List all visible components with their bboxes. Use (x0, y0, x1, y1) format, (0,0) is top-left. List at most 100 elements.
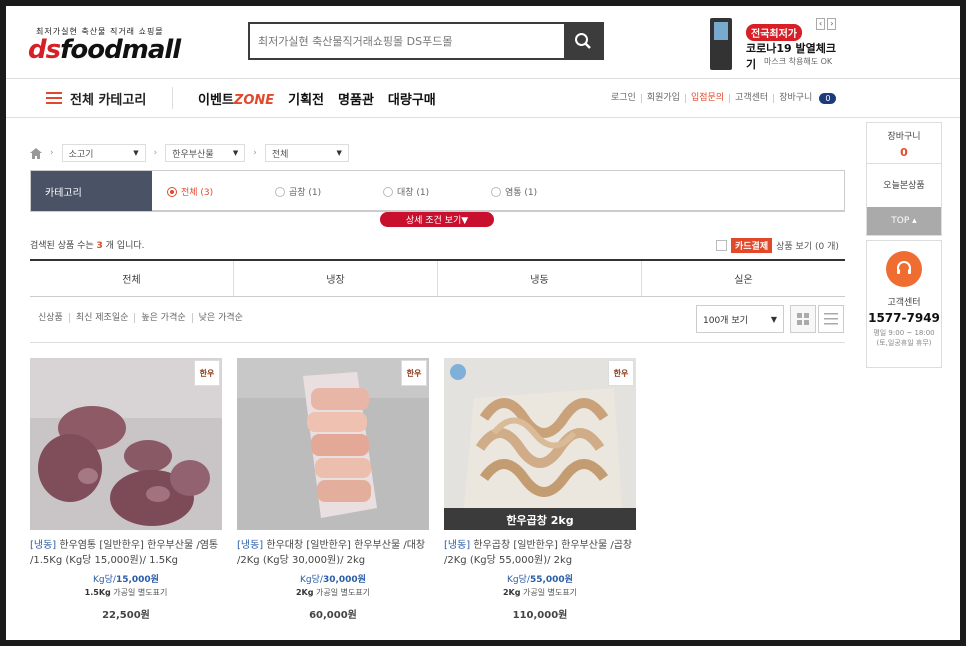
breadcrumb: › 소고기 ▼ › 한우부산물 ▼ › 전체 ▼ (30, 144, 349, 162)
logo-wordmark: dsfoodmall (28, 35, 181, 65)
banner-next-button[interactable]: › (827, 18, 837, 30)
tab-room-temp[interactable]: 실온 (641, 261, 845, 296)
radio-checked-icon (167, 186, 177, 197)
product-kg-price: Kg당/15,000원 (93, 575, 159, 585)
sort-manufacture-date[interactable]: 최신 제조일순 (68, 313, 135, 323)
main-nav: 전체 카테고리 이벤트ZONE 기획전 명품관 대량구매 로그인 회원가입 입점… (6, 78, 960, 118)
all-category-button[interactable]: 전체 카테고리 (46, 79, 146, 117)
breadcrumb-select-subcategory[interactable]: 한우부산물 ▼ (165, 144, 246, 162)
seller-inquiry-link[interactable]: 입점문의 (684, 93, 729, 103)
cart-count-badge: 0 (819, 92, 837, 104)
tab-all[interactable]: 전체 (30, 261, 233, 296)
customer-center-link[interactable]: 고객센터 (729, 93, 773, 103)
grid-view-button[interactable] (790, 305, 816, 333)
banner-prev-button[interactable]: ‹ (816, 18, 826, 30)
sidebar-cart[interactable]: 장바구니 0 (867, 123, 941, 163)
sidebar-recently-viewed[interactable]: 오늘본상품 (867, 163, 941, 207)
search-input[interactable] (250, 24, 564, 58)
radio-icon (491, 186, 501, 197)
grid-icon (797, 313, 809, 325)
tab-refrigerated[interactable]: 냉장 (233, 261, 437, 296)
category-option-daechang[interactable]: 대창 (1) (383, 185, 429, 198)
brand-badge: 한우 (194, 360, 220, 386)
product-card[interactable]: 한우 [냉동] 한우염통 [일반한우] 한우부산물 /염통 /1.5Kg (Kg… (30, 358, 222, 621)
product-name[interactable]: [냉동] 한우염통 [일반한우] 한우부산물 /염통 /1.5Kg (Kg당 1… (30, 538, 222, 568)
divider (172, 87, 173, 109)
sidebar-customer-center[interactable]: 고객센터 1577-7949 평일 9:00 ~ 18:00 (토,일공휴일 휴무… (866, 240, 942, 368)
card-payment-tag: 카드결제 (731, 238, 773, 253)
sort-options: 신상품 최신 제조일순 높은 가격순 낮은 가격순 (38, 313, 249, 323)
sort-price-high[interactable]: 높은 가격순 (134, 313, 191, 323)
quick-sidebar: 장바구니 0 오늘본상품 TOP ▴ 고객센터 1577-7949 평일 9:0… (866, 122, 942, 368)
menu-premium[interactable]: 명품관 (338, 89, 374, 108)
product-card[interactable]: 한우 한우곱창 2kg [냉동] 한우곱창 [일반한우] 한우부산물 /곱창 /… (444, 358, 636, 621)
utility-links: 로그인 회원가입 입점문의 고객센터 장바구니 0 (606, 79, 837, 117)
radio-icon (275, 186, 285, 197)
sort-price-low[interactable]: 낮은 가격순 (191, 313, 249, 323)
hamburger-icon (46, 92, 62, 104)
breadcrumb-select-item[interactable]: 전체 ▼ (264, 144, 349, 162)
list-icon (824, 313, 838, 325)
scroll-top-button[interactable]: TOP ▴ (867, 207, 941, 235)
breadcrumb-separator-icon: › (50, 148, 54, 158)
tab-frozen[interactable]: 냉동 (437, 261, 641, 296)
banner-subtitle: 마스크 착용해도 OK (764, 57, 833, 66)
product-image[interactable]: 한우 한우곱창 2kg (444, 358, 636, 530)
dropdown-arrow-icon: ▼ (336, 149, 342, 157)
signup-link[interactable]: 회원가입 (640, 93, 685, 103)
product-meta: 2Kg 가공일 별도표기 (295, 588, 371, 597)
per-page-select[interactable]: 100개 보기 ▼ (696, 305, 784, 333)
product-card[interactable]: 한우 [냉동] 한우대창 [일반한우] 한우부산물 /대창 /2Kg (Kg당 … (237, 358, 429, 621)
product-kg-price: Kg당/55,000원 (507, 575, 573, 585)
card-payment-filter[interactable]: 카드결제 상품 보기 (0 개) (716, 238, 839, 253)
customer-center-phone: 1577-7949 (868, 311, 940, 325)
search-button[interactable] (564, 24, 602, 58)
product-image[interactable]: 한우 (237, 358, 429, 530)
sidebar-cart-count: 0 (900, 146, 908, 159)
menu-event-zone[interactable]: 이벤트ZONE (198, 89, 274, 108)
product-kg-price: Kg당/30,000원 (300, 575, 366, 585)
sidebar-panel: 장바구니 0 오늘본상품 TOP ▴ (866, 122, 942, 236)
category-option-gopchang[interactable]: 곱창 (1) (275, 185, 321, 198)
product-image-caption: 한우곱창 2kg (506, 514, 574, 527)
customer-center-hours: 평일 9:00 ~ 18:00 (토,일공휴일 휴무) (873, 329, 935, 347)
product-meta: 1.5Kg 가공일 별도표기 (84, 588, 168, 597)
product-name[interactable]: [냉동] 한우대창 [일반한우] 한우부산물 /대창 /2Kg (Kg당 30,… (237, 538, 429, 568)
sort-newest[interactable]: 신상품 (38, 313, 69, 323)
all-category-label: 전체 카테고리 (70, 92, 147, 108)
dropdown-arrow-icon: ▼ (133, 149, 139, 157)
category-filter-label: 카테고리 (31, 171, 152, 211)
storage-tabs: 전체 냉장 냉동 실온 (30, 259, 845, 297)
breadcrumb-select-category[interactable]: 소고기 ▼ (61, 144, 146, 162)
promo-banner[interactable]: 전국최저가 코로나19 발열체크기 마스크 착용해도 OK ‹ › (706, 14, 846, 72)
banner-badge: 전국최저가 (746, 24, 802, 41)
thermometer-kiosk-image (710, 18, 732, 70)
result-count: 검색된 상품 수는 3 개 입니다. (30, 241, 145, 251)
sidebar-cart-label: 장바구니 (887, 132, 921, 142)
dropdown-arrow-icon: ▼ (232, 149, 239, 157)
login-link[interactable]: 로그인 (606, 93, 641, 103)
product-name[interactable]: [냉동] 한우곱창 [일반한우] 한우부산물 /곱창 /2Kg (Kg당 55,… (444, 538, 636, 568)
list-view-button[interactable] (818, 305, 844, 333)
radio-icon (383, 186, 393, 197)
dropdown-arrow-icon: ▼ (770, 314, 777, 324)
breadcrumb-separator-icon: › (153, 148, 158, 158)
cart-link[interactable]: 장바구니 (773, 93, 817, 103)
category-filter: 카테고리 전체 (3) 곱창 (1) 대창 (1) 염통 (1) (30, 170, 845, 212)
site-logo[interactable]: 최저가실현 축산물 직거래 쇼핑몰 dsfoodmall (28, 26, 188, 68)
checkbox[interactable] (716, 240, 727, 251)
card-payment-text: 상품 보기 (0 개) (776, 242, 839, 252)
search-icon (575, 33, 591, 49)
menu-special[interactable]: 기획전 (288, 89, 324, 108)
detail-conditions-button[interactable]: 상세 조건 보기▼ (380, 212, 494, 227)
home-icon[interactable] (30, 147, 42, 159)
sort-bar: 신상품 최신 제조일순 높은 가격순 낮은 가격순 100개 보기 ▼ (30, 305, 845, 343)
category-option-all[interactable]: 전체 (3) (167, 185, 213, 198)
headset-icon (886, 251, 922, 287)
customer-center-label: 고객센터 (887, 298, 921, 308)
product-image[interactable]: 한우 (30, 358, 222, 530)
breadcrumb-separator-icon: › (253, 148, 257, 158)
brand-badge: 한우 (401, 360, 427, 386)
category-option-yeomtong[interactable]: 염통 (1) (491, 185, 537, 198)
menu-bulk[interactable]: 대량구매 (388, 89, 436, 108)
